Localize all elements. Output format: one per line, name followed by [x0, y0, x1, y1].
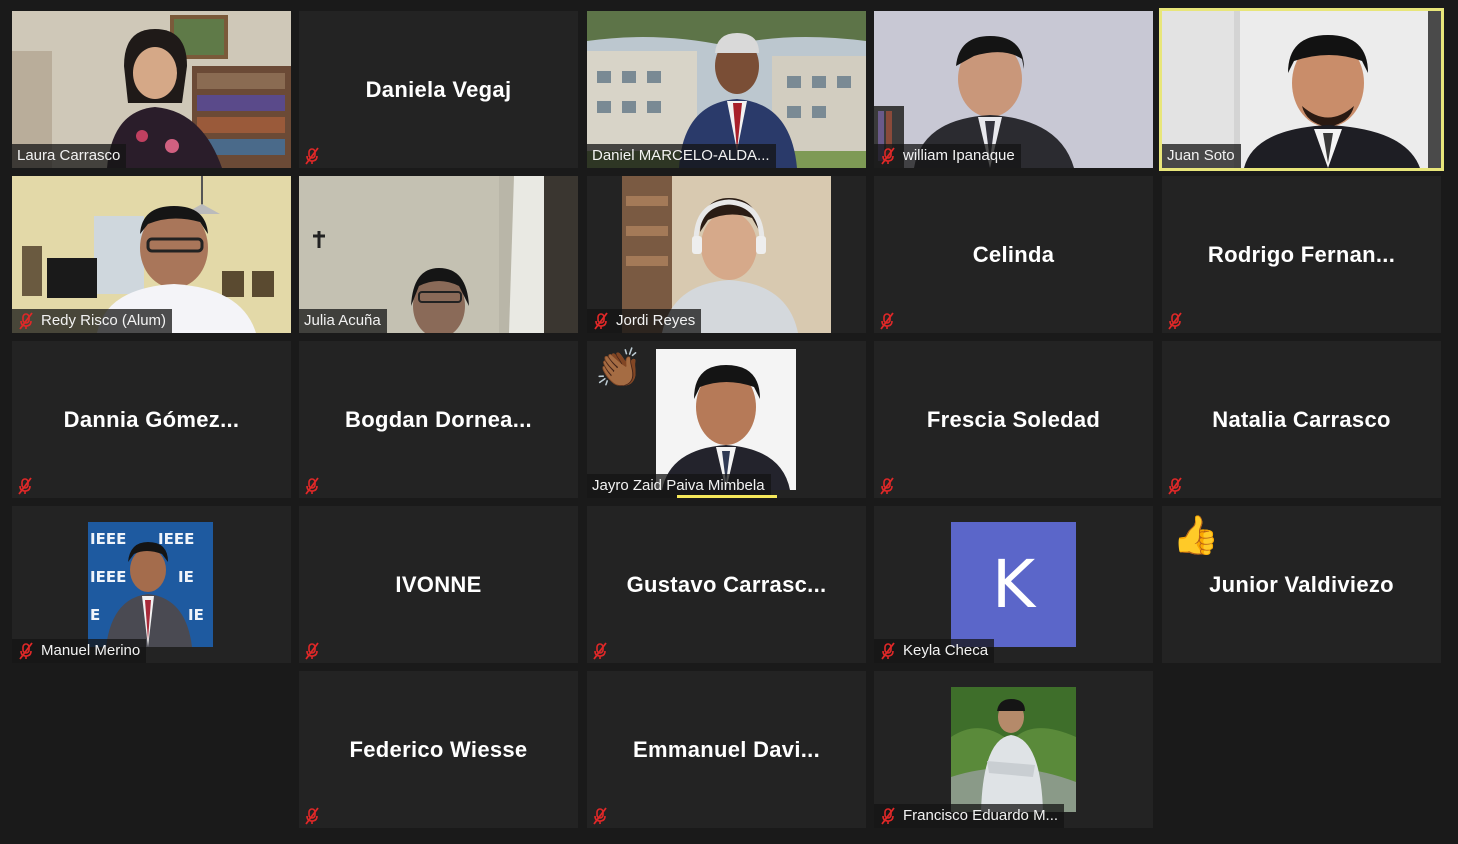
- microphone-muted-icon: [878, 477, 896, 495]
- active-speaker-underline: [677, 495, 777, 498]
- participant-name: Laura Carrasco: [17, 147, 121, 164]
- participant-tile[interactable]: Laura Carrasco: [12, 11, 291, 168]
- participant-tile[interactable]: william Ipanaque: [874, 11, 1153, 168]
- participant-tile[interactable]: Celinda: [874, 176, 1153, 333]
- participant-tile[interactable]: Junior Valdiviezo 👍: [1162, 506, 1441, 663]
- svg-text:IE: IE: [188, 606, 204, 624]
- participant-name: Keyla Checa: [903, 642, 989, 659]
- participant-tile[interactable]: Juan Soto: [1159, 8, 1444, 171]
- microphone-muted-icon: [592, 312, 610, 330]
- participant-name-label: william Ipanaque: [874, 144, 1021, 168]
- participant-name-label: Jordi Reyes: [587, 309, 702, 333]
- microphone-muted-icon: [17, 642, 35, 660]
- clap-reaction-icon: 👏🏾: [595, 348, 643, 390]
- participant-name: Natalia Carrasco: [1212, 406, 1391, 432]
- microphone-muted-icon: [878, 312, 896, 330]
- participant-name: Juan Soto: [1167, 147, 1235, 164]
- svg-text:IEEE: IEEE: [90, 530, 126, 548]
- participant-name: Daniel MARCELO-ALDA...: [592, 147, 770, 164]
- microphone-muted-icon: [879, 642, 897, 660]
- participant-tile[interactable]: Francisco Eduardo M...: [874, 671, 1153, 828]
- participant-name-label: Juan Soto: [1162, 144, 1241, 168]
- participant-tile[interactable]: Jordi Reyes: [587, 176, 866, 333]
- microphone-muted-icon: [16, 477, 34, 495]
- participant-tile[interactable]: IVONNE: [299, 506, 578, 663]
- participant-tile[interactable]: Daniel MARCELO-ALDA...: [587, 11, 866, 168]
- participant-name-label: Daniel MARCELO-ALDA...: [587, 144, 776, 168]
- participant-name: Celinda: [972, 241, 1055, 267]
- participant-name-label: Julia Acuña: [299, 309, 387, 333]
- participant-tile[interactable]: Rodrigo Fernan...: [1162, 176, 1441, 333]
- participant-name: Federico Wiesse: [349, 736, 528, 762]
- participant-name-label: Manuel Merino: [12, 639, 147, 663]
- svg-text:E: E: [90, 606, 100, 624]
- avatar: K: [951, 522, 1076, 647]
- participant-name: Daniela Vegaj: [365, 76, 512, 102]
- microphone-muted-icon: [1166, 312, 1184, 330]
- participant-tile[interactable]: IEEE IEEE IEEE IE E IE Manuel Merino: [12, 506, 291, 663]
- thumbs-up-reaction-icon: 👍: [1172, 515, 1220, 557]
- participant-tile[interactable]: Emmanuel Davi...: [587, 671, 866, 828]
- microphone-muted-icon: [17, 312, 35, 330]
- microphone-muted-icon: [303, 642, 321, 660]
- participant-tile[interactable]: Redy Risco (Alum): [12, 176, 291, 333]
- participant-tile[interactable]: Julia Acuña: [299, 176, 578, 333]
- svg-text:IE: IE: [178, 568, 194, 586]
- participant-tile[interactable]: Frescia Soledad: [874, 341, 1153, 498]
- microphone-muted-icon: [303, 807, 321, 825]
- microphone-muted-icon: [303, 147, 321, 165]
- participant-tile[interactable]: Daniela Vegaj: [299, 11, 578, 168]
- gallery-view: Laura Carrasco Daniela Vegaj Daniel MARCE…: [0, 0, 1458, 844]
- participant-name: Dannia Gómez...: [63, 406, 240, 432]
- participant-name: Jordi Reyes: [616, 312, 696, 329]
- participant-name: IVONNE: [395, 571, 482, 597]
- participant-video: IEEE IEEE IEEE IE E IE: [88, 522, 213, 647]
- participant-name: Rodrigo Fernan...: [1207, 241, 1396, 267]
- microphone-muted-icon: [303, 477, 321, 495]
- microphone-muted-icon: [1166, 477, 1184, 495]
- microphone-muted-icon: [591, 807, 609, 825]
- participant-tile[interactable]: Dannia Gómez...: [12, 341, 291, 498]
- participant-name-label: Redy Risco (Alum): [12, 309, 173, 333]
- svg-text:IEEE: IEEE: [158, 530, 194, 548]
- participant-tile[interactable]: Federico Wiesse: [299, 671, 578, 828]
- participant-name: Manuel Merino: [41, 642, 141, 659]
- participant-name: Emmanuel Davi...: [633, 736, 820, 762]
- participant-name: Frescia Soledad: [926, 406, 1101, 432]
- participant-video: [656, 349, 796, 490]
- participant-tile[interactable]: Jayro Zaid Paiva Mimbela 👏🏾: [587, 341, 866, 498]
- microphone-muted-icon: [879, 147, 897, 165]
- participant-tile[interactable]: Natalia Carrasco: [1162, 341, 1441, 498]
- participant-name-label: Laura Carrasco: [12, 144, 127, 168]
- participant-name: Gustavo Carrasc...: [626, 571, 827, 597]
- participant-name: william Ipanaque: [903, 147, 1015, 164]
- participant-name: Redy Risco (Alum): [41, 312, 167, 329]
- participant-tile[interactable]: Bogdan Dornea...: [299, 341, 578, 498]
- svg-text:IEEE: IEEE: [90, 568, 126, 586]
- participant-tile[interactable]: Gustavo Carrasc...: [587, 506, 866, 663]
- participant-video: [951, 687, 1076, 812]
- microphone-muted-icon: [591, 642, 609, 660]
- participant-name-label: Francisco Eduardo M...: [874, 804, 1065, 828]
- participant-name-label: Keyla Checa: [874, 639, 995, 663]
- participant-tile[interactable]: K Keyla Checa: [874, 506, 1153, 663]
- participant-name: Julia Acuña: [304, 312, 381, 329]
- participant-name: Bogdan Dornea...: [345, 406, 532, 432]
- participant-name: Junior Valdiviezo: [1209, 571, 1394, 597]
- microphone-muted-icon: [879, 807, 897, 825]
- participant-name: Francisco Eduardo M...: [903, 807, 1059, 824]
